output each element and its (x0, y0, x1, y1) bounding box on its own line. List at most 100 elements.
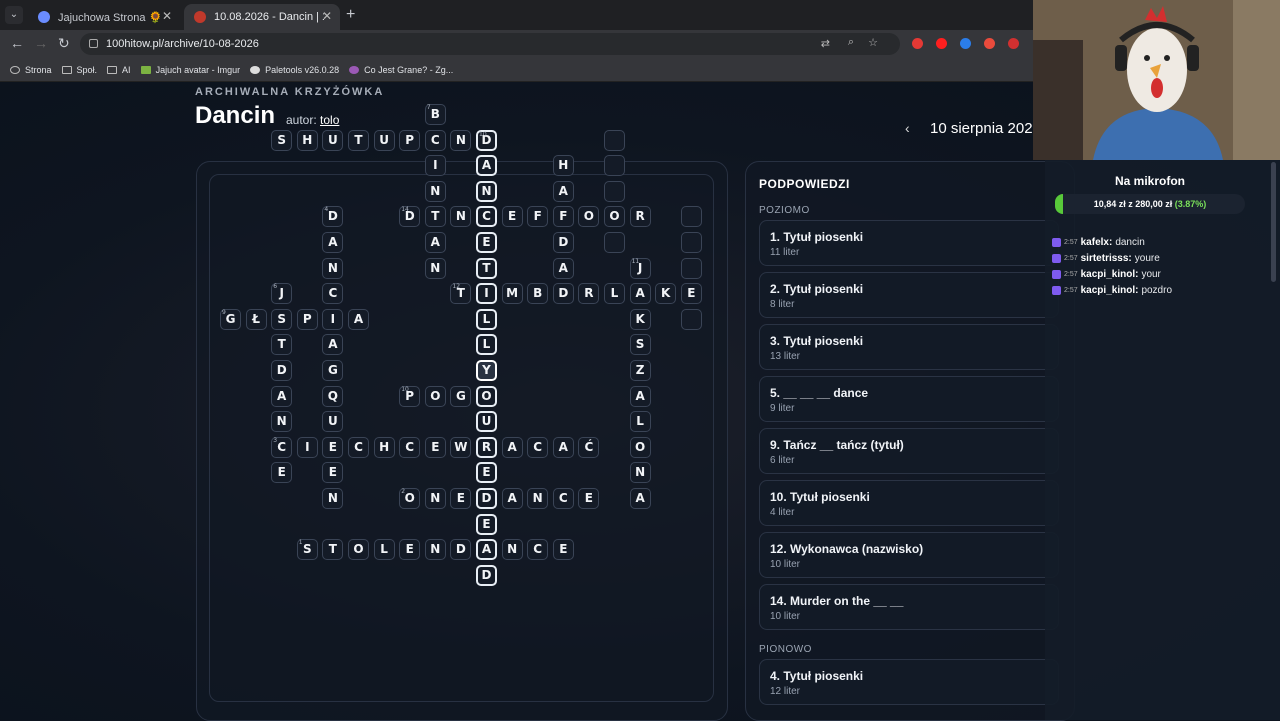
grid-cell[interactable]: L (629, 411, 651, 433)
grid-cell[interactable]: R (629, 206, 651, 228)
tab-jajuchowa[interactable]: Jajuchowa Strona 🌻 ✕ (28, 4, 180, 30)
author-link[interactable]: tolo (320, 113, 339, 127)
grid-cell[interactable]: N (424, 539, 446, 561)
grid-cell[interactable]: N (322, 488, 344, 509)
grid-cell[interactable]: E (476, 232, 497, 253)
bookmark-folder[interactable]: Społ. (61, 65, 97, 75)
grid-cell[interactable]: P 10 (399, 385, 421, 407)
grid-cell[interactable]: E (476, 462, 497, 484)
chat-user[interactable]: kacpi_kinol: (1081, 269, 1139, 280)
grid-cell[interactable]: A (322, 232, 344, 253)
grid-cell[interactable]: Ł (245, 308, 267, 330)
chat-user[interactable]: sirtetrisss: (1081, 253, 1132, 264)
grid-cell[interactable]: H (296, 129, 318, 151)
grid-cell[interactable]: N (450, 206, 472, 228)
bookmark-item[interactable]: Jajuch avatar - Imgur (140, 65, 240, 75)
grid-cell[interactable]: N (527, 488, 549, 509)
back-icon[interactable]: ← (10, 35, 24, 51)
grid-cell[interactable]: D (552, 232, 574, 253)
clue-card[interactable]: 3. Tytuł piosenki 13 liter (759, 324, 1059, 370)
grid-cell[interactable]: M (501, 283, 523, 305)
grid-cell[interactable]: D (450, 539, 472, 561)
grid-cell[interactable]: T (348, 129, 369, 151)
grid-cell[interactable]: B7 (424, 104, 446, 125)
grid-cell[interactable]: E (399, 539, 421, 561)
grid-cell[interactable]: A (552, 436, 574, 458)
grid-cell[interactable]: A (476, 539, 497, 561)
grid-cell[interactable]: U (373, 129, 395, 151)
grid-cell[interactable]: R (476, 436, 497, 458)
clue-card[interactable]: 5. __ __ __ dance 9 liter (759, 376, 1059, 422)
grid-cell[interactable]: A (501, 436, 523, 458)
grid-cell[interactable]: A (552, 180, 574, 202)
bookmark-folder[interactable]: AI (107, 65, 131, 75)
grid-cell[interactable]: S (271, 129, 293, 151)
grid-cell[interactable]: O (604, 206, 625, 228)
grid-cell[interactable]: L (476, 308, 497, 330)
grid-cell[interactable]: L (604, 283, 625, 305)
grid-cell[interactable] (680, 232, 702, 253)
clue-card[interactable]: 1. Tytuł piosenki 11 liter (759, 220, 1059, 266)
clue-card[interactable]: 12. Wykonawca (nazwisko) 10 liter (759, 532, 1059, 578)
grid-cell[interactable]: P (399, 129, 421, 151)
bookmark-item[interactable]: Strona (10, 65, 52, 75)
grid-cell[interactable]: T (271, 334, 293, 356)
grid-cell[interactable]: D (271, 360, 293, 381)
grid-cell[interactable]: C (552, 488, 574, 509)
grid-cell[interactable]: N (424, 180, 446, 202)
grid-cell[interactable]: Z (629, 360, 651, 381)
grid-cell[interactable]: E (450, 488, 472, 509)
grid-cell[interactable]: D (552, 283, 574, 305)
grid-cell[interactable]: N (501, 539, 523, 561)
grid-cell[interactable]: S1 (296, 539, 318, 561)
grid-cell[interactable]: I (296, 436, 318, 458)
grid-cell[interactable]: L (373, 539, 395, 561)
grid-cell[interactable]: P (296, 308, 318, 330)
grid-cell[interactable]: O2 (399, 488, 421, 509)
grid-cell[interactable]: U (476, 411, 497, 433)
clue-card[interactable]: 4. Tytuł piosenki 12 liter (759, 659, 1059, 705)
grid-cell[interactable]: A (501, 488, 523, 509)
grid-cell[interactable]: O (578, 206, 600, 228)
grid-cell[interactable] (680, 308, 702, 330)
grid-cell[interactable]: H (552, 155, 574, 177)
clue-card[interactable]: 2. Tytuł piosenki 8 liter (759, 272, 1059, 318)
grid-cell[interactable]: I (476, 283, 497, 305)
grid-cell[interactable]: U (322, 411, 344, 433)
grid-cell[interactable]: A (629, 283, 651, 305)
clue-card[interactable]: 9. Tańcz __ tańcz (tytuł) 6 liter (759, 428, 1059, 474)
grid-cell[interactable] (604, 155, 625, 177)
grid-cell[interactable]: U (322, 129, 344, 151)
grid-cell[interactable]: I (322, 308, 344, 330)
grid-cell[interactable]: E (578, 488, 600, 509)
grid-cell[interactable]: A (424, 232, 446, 253)
grid-cell[interactable]: C (476, 206, 497, 228)
grid-cell[interactable]: O (629, 436, 651, 458)
grid-cell[interactable]: D4 (322, 206, 344, 228)
grid-cell[interactable]: C (322, 283, 344, 305)
chat-scrollbar[interactable] (1271, 162, 1276, 282)
grid-cell[interactable]: J 11 (629, 257, 651, 279)
chat-user[interactable]: kacpi_kinol: (1081, 285, 1139, 296)
grid-cell[interactable]: S (271, 308, 293, 330)
grid-cell[interactable]: Q (322, 385, 344, 407)
grid-cell[interactable]: E (322, 462, 344, 484)
grid-cell[interactable]: E (552, 539, 574, 561)
grid-cell[interactable]: D (476, 564, 497, 586)
youtube-extension-icon[interactable] (936, 38, 947, 49)
grid-cell[interactable]: C (527, 436, 549, 458)
grid-cell[interactable]: J6 (271, 283, 293, 305)
grid-cell[interactable]: E (680, 283, 702, 305)
grid-cell[interactable]: R (578, 283, 600, 305)
grid-cell[interactable]: O (476, 385, 497, 407)
bookmark-item[interactable]: Co Jest Grane? - Zg... (349, 65, 453, 75)
tab-100hitow[interactable]: 10.08.2026 - Dancin | 100 Hitów ✕ (184, 4, 340, 30)
zoom-icon[interactable]: ⌕ (848, 36, 854, 49)
clue-card[interactable]: 14. Murder on the __ __ 10 liter (759, 584, 1059, 630)
adblock-icon[interactable] (1008, 38, 1019, 49)
grid-cell[interactable]: D 14 (399, 206, 421, 228)
forward-icon[interactable]: → (34, 35, 48, 51)
grid-cell[interactable]: C3 (271, 436, 293, 458)
grid-cell[interactable]: A (629, 385, 651, 407)
grid-cell[interactable] (604, 232, 625, 253)
